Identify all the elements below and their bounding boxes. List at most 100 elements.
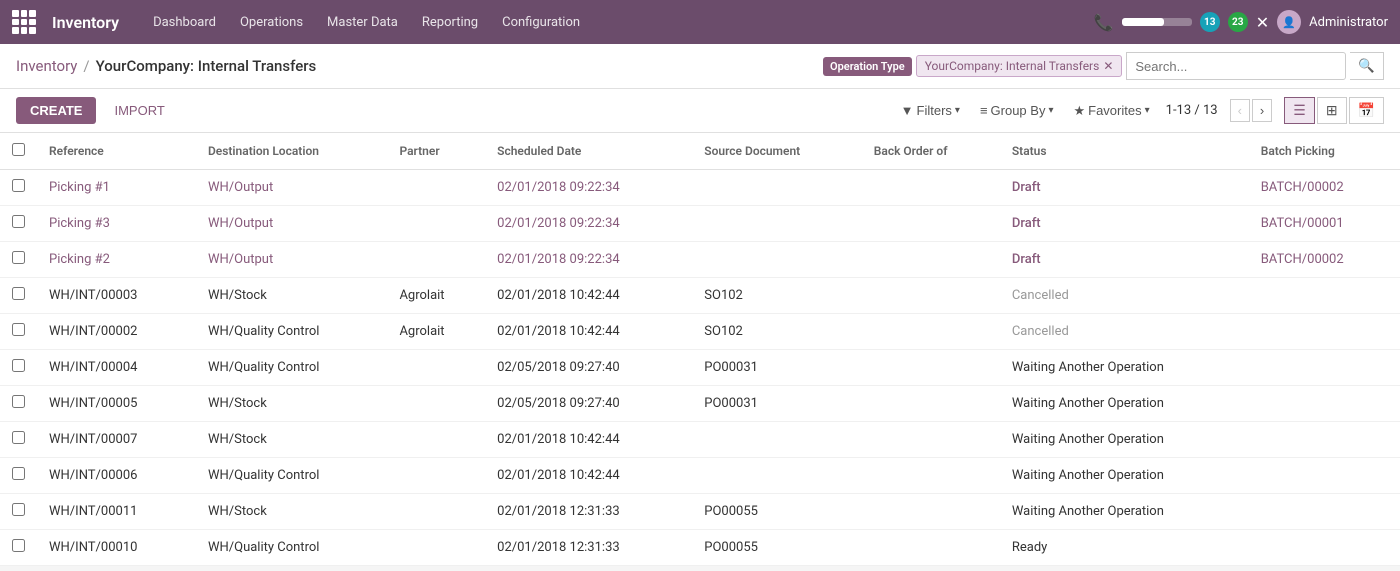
cell-back-order (862, 242, 1000, 278)
apps-icon[interactable] (12, 10, 36, 34)
select-all-checkbox[interactable] (12, 143, 25, 156)
row-checkbox[interactable] (12, 431, 25, 444)
create-button[interactable]: CREATE (16, 97, 96, 124)
cell-status: Waiting Another Operation (1000, 458, 1249, 494)
cell-source-document: SO102 (692, 278, 861, 314)
search-button[interactable]: 🔍 (1350, 52, 1384, 80)
pagination-controls: ‹ › (1230, 99, 1273, 122)
col-reference[interactable]: Reference (37, 133, 196, 170)
filter-icon: ▼ (901, 103, 914, 118)
list-view-button[interactable]: ☰ (1284, 97, 1315, 124)
kanban-view-button[interactable]: ⊞ (1317, 97, 1347, 124)
cell-batch-picking (1249, 458, 1400, 494)
cell-batch-picking: BATCH/00002 (1249, 242, 1400, 278)
cell-partner: Agrolait (387, 314, 485, 350)
cell-partner (387, 350, 485, 386)
badge-activities[interactable]: 23 (1228, 12, 1248, 32)
cell-reference: Picking #3 (37, 206, 196, 242)
nav-dashboard[interactable]: Dashboard (143, 11, 226, 34)
dest-location-link[interactable]: WH/Output (208, 252, 273, 267)
search-input[interactable] (1126, 52, 1346, 80)
col-status[interactable]: Status (1000, 133, 1249, 170)
nav-configuration[interactable]: Configuration (492, 11, 590, 34)
search-area: Operation Type YourCompany: Internal Tra… (823, 52, 1384, 80)
row-checkbox[interactable] (12, 395, 25, 408)
import-button[interactable]: IMPORT (104, 97, 174, 124)
row-checkbox[interactable] (12, 287, 25, 300)
date-link[interactable]: 02/01/2018 09:22:34 (497, 216, 620, 231)
favorites-arrow: ▾ (1145, 105, 1150, 116)
cell-dest-location: WH/Stock (196, 278, 387, 314)
row-checkbox[interactable] (12, 539, 25, 552)
topbar-right: 📞 13 23 ✕ 👤 Administrator (1094, 10, 1388, 34)
table-row: Picking #3WH/Output02/01/2018 09:22:34Dr… (0, 206, 1400, 242)
filter-tag-remove[interactable]: ✕ (1103, 59, 1113, 73)
cell-source-document: PO00031 (692, 386, 861, 422)
reference-link[interactable]: Picking #2 (49, 252, 110, 267)
top-navigation: Inventory Dashboard Operations Master Da… (0, 0, 1400, 44)
reference-link[interactable]: Picking #1 (49, 180, 110, 195)
nav-operations[interactable]: Operations (230, 11, 313, 34)
user-name[interactable]: Administrator (1309, 15, 1388, 30)
page-header: Inventory / YourCompany: Internal Transf… (0, 44, 1400, 89)
date-link[interactable]: 02/01/2018 09:22:34 (497, 252, 620, 267)
next-page-button[interactable]: › (1252, 99, 1272, 122)
select-all-header[interactable] (0, 133, 37, 170)
batch-link[interactable]: BATCH/00002 (1261, 180, 1344, 195)
breadcrumb-separator: / (83, 57, 89, 75)
table-header-row: Reference Destination Location Partner S… (0, 133, 1400, 170)
avatar: 👤 (1277, 10, 1301, 34)
favorites-button[interactable]: ★ Favorites ▾ (1069, 99, 1153, 123)
breadcrumb-parent[interactable]: Inventory (16, 57, 77, 75)
batch-link[interactable]: BATCH/00001 (1261, 216, 1344, 231)
close-icon[interactable]: ✕ (1256, 13, 1269, 32)
cell-status: Waiting Another Operation (1000, 494, 1249, 530)
groupby-arrow: ▾ (1048, 105, 1053, 116)
col-partner[interactable]: Partner (387, 133, 485, 170)
row-checkbox[interactable] (12, 467, 25, 480)
star-icon: ★ (1073, 103, 1085, 119)
col-scheduled-date[interactable]: Scheduled Date (485, 133, 692, 170)
cell-scheduled-date: 02/05/2018 09:27:40 (485, 386, 692, 422)
nav-master-data[interactable]: Master Data (317, 11, 408, 34)
col-batch-picking[interactable]: Batch Picking (1249, 133, 1400, 170)
cell-reference: WH/INT/00004 (37, 350, 196, 386)
dest-location-link[interactable]: WH/Output (208, 216, 273, 231)
records-table: Reference Destination Location Partner S… (0, 133, 1400, 566)
row-checkbox[interactable] (12, 179, 25, 192)
cell-source-document (692, 422, 861, 458)
badge-messages[interactable]: 13 (1200, 12, 1220, 32)
table-row: WH/INT/00010WH/Quality Control02/01/2018… (0, 530, 1400, 566)
cell-scheduled-date: 02/01/2018 09:22:34 (485, 242, 692, 278)
table-row: WH/INT/00011WH/Stock02/01/2018 12:31:33P… (0, 494, 1400, 530)
filters-button[interactable]: ▼ Filters ▾ (897, 99, 964, 122)
prev-page-button[interactable]: ‹ (1230, 99, 1250, 122)
dest-location-link[interactable]: WH/Output (208, 180, 273, 195)
pagination-info: 1-13 / 13 (1166, 103, 1218, 118)
table-row: WH/INT/00007WH/Stock02/01/2018 10:42:44W… (0, 422, 1400, 458)
groupby-button[interactable]: ≡ Group By ▾ (976, 99, 1058, 122)
reference-link[interactable]: Picking #3 (49, 216, 110, 231)
cell-reference: WH/INT/00005 (37, 386, 196, 422)
row-checkbox[interactable] (12, 251, 25, 264)
date-link[interactable]: 02/01/2018 09:22:34 (497, 180, 620, 195)
table-row: WH/INT/00006WH/Quality Control02/01/2018… (0, 458, 1400, 494)
calendar-view-button[interactable]: 📅 (1349, 97, 1384, 124)
col-back-order[interactable]: Back Order of (862, 133, 1000, 170)
cell-source-document (692, 170, 861, 206)
row-checkbox[interactable] (12, 323, 25, 336)
table-body: Picking #1WH/Output02/01/2018 09:22:34Dr… (0, 170, 1400, 566)
row-checkbox[interactable] (12, 215, 25, 228)
col-source-document[interactable]: Source Document (692, 133, 861, 170)
main-nav: Dashboard Operations Master Data Reporti… (143, 11, 1078, 34)
view-switcher: ☰ ⊞ 📅 (1284, 97, 1384, 124)
row-checkbox[interactable] (12, 503, 25, 516)
cell-back-order (862, 278, 1000, 314)
batch-link[interactable]: BATCH/00002 (1261, 252, 1344, 267)
row-checkbox[interactable] (12, 359, 25, 372)
phone-icon[interactable]: 📞 (1094, 13, 1114, 32)
nav-reporting[interactable]: Reporting (412, 11, 488, 34)
col-dest-location[interactable]: Destination Location (196, 133, 387, 170)
cell-back-order (862, 170, 1000, 206)
progress-bar (1122, 18, 1192, 26)
